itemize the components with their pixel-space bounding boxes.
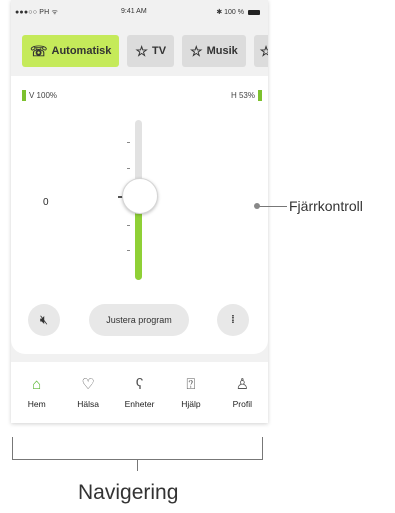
navigation-bracket	[12, 437, 263, 471]
nav-item-hjalp[interactable]: ⍰ Hjälp	[165, 362, 216, 423]
left-battery-icon	[22, 90, 26, 101]
status-battery: ✱ 100 %	[216, 8, 260, 16]
remote-callout-label: Fjärrkontroll	[289, 198, 363, 214]
balance-button[interactable]: ⁞	[217, 304, 249, 336]
program-tabs: ☏ Automatisk ☆ TV ☆ Musik ☆	[22, 35, 268, 68]
right-battery: H 53%	[231, 90, 262, 101]
tab-label: Musik	[206, 45, 238, 57]
nav-label: Hem	[27, 399, 46, 409]
remote-callout-line	[257, 206, 287, 207]
star-icon: ☆	[259, 42, 268, 59]
adjust-program-button[interactable]: Justera program	[89, 304, 189, 336]
help-icon: ⍰	[186, 376, 196, 393]
tab-musik[interactable]: ☆ Musik	[182, 35, 246, 67]
profile-icon: ♙	[235, 376, 250, 393]
bottom-navigation: ⌂ Hem ♡ Hälsa ʕ Enheter ⍰ Hjälp ♙ Profil	[11, 362, 268, 423]
tab-label: Automatisk	[51, 45, 112, 57]
speaker-mute-icon: 🔇︎	[39, 312, 49, 327]
right-battery-icon	[258, 90, 262, 101]
nav-item-enheter[interactable]: ʕ Enheter	[114, 362, 165, 423]
nav-label: Hjälp	[181, 399, 201, 409]
nav-label: Hälsa	[77, 399, 99, 409]
nav-label: Enheter	[124, 399, 155, 409]
volume-value: 0	[43, 197, 49, 208]
carrier-signal: ●●●○○ PH ᯤ	[15, 9, 59, 16]
slider-tick	[127, 225, 130, 226]
phone-screen: ●●●○○ PH ᯤ 9:41 AM ✱ 100 % ☏ Automatisk …	[11, 0, 268, 423]
navigation-callout-label: Navigering	[78, 481, 179, 504]
right-battery-label: H 53%	[230, 91, 255, 100]
heart-icon: ♡	[81, 376, 95, 393]
mute-button[interactable]: 🔇︎	[28, 304, 60, 336]
tab-more[interactable]: ☆	[253, 35, 268, 67]
ear-icon: ☏	[30, 42, 48, 59]
volume-slider-knob[interactable]	[122, 178, 158, 214]
status-time: 9:41 AM	[121, 8, 147, 15]
nav-item-halsa[interactable]: ♡ Hälsa	[62, 362, 113, 423]
tab-label: TV	[151, 45, 167, 57]
nav-item-profil[interactable]: ♙ Profil	[217, 362, 268, 423]
slider-tick	[127, 168, 130, 169]
star-icon: ☆	[135, 42, 148, 59]
star-icon: ☆	[190, 42, 203, 59]
tab-automatisk[interactable]: ☏ Automatisk	[22, 35, 120, 67]
adjust-program-label: Justera program	[106, 315, 172, 325]
slider-tick	[127, 250, 130, 251]
nav-item-hem[interactable]: ⌂ Hem	[11, 362, 62, 423]
tab-tv[interactable]: ☆ TV	[127, 35, 175, 67]
home-icon: ⌂	[32, 376, 42, 393]
hearing-aid-icon: ʕ	[135, 376, 144, 393]
status-bar: ●●●○○ PH ᯤ 9:41 AM ✱ 100 %	[11, 0, 268, 28]
battery-icon	[248, 9, 260, 15]
left-battery-label: V 100%	[29, 91, 58, 100]
left-battery: V 100%	[22, 90, 57, 101]
balance-icon: ⁞	[231, 314, 235, 326]
nav-label: Profil	[232, 399, 253, 409]
remote-callout-dot	[254, 203, 260, 209]
slider-tick	[127, 142, 130, 143]
